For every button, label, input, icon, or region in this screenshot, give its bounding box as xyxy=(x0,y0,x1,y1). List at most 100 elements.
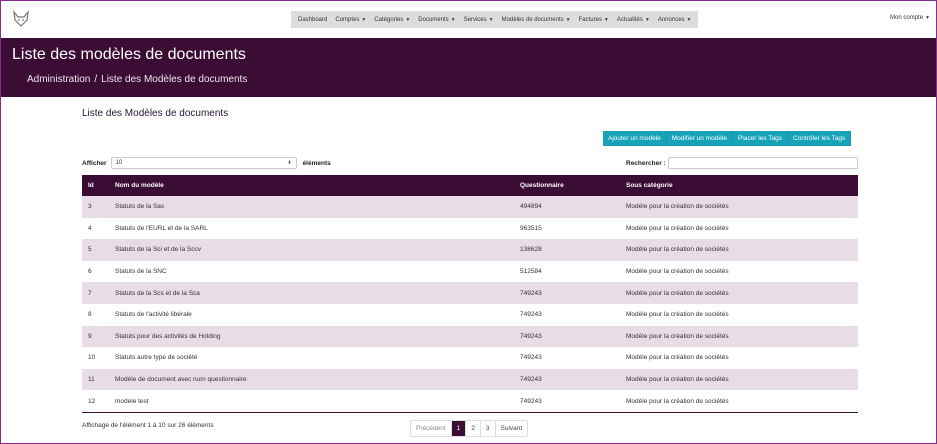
row-id: 7 xyxy=(88,289,92,297)
row-nom: modele test xyxy=(115,397,149,405)
nav-item[interactable]: Documents ▼ xyxy=(414,17,459,23)
table-row[interactable]: 6 Statuts de la SNC 512584 Modèle pour la c… xyxy=(82,260,858,283)
table-body: 3 Statuts de la Sas 494894 Modèle pour la c… xyxy=(82,196,858,412)
table-row[interactable]: 7 Statuts de la Scs et de la Sca 749243 Mod… xyxy=(82,282,858,304)
table-row[interactable]: 8 Statuts de l'activité libérale 749243 Mod… xyxy=(82,303,858,326)
table-row[interactable]: 11 Modèle de document avec num questionna… xyxy=(82,368,858,391)
pagination-page-1[interactable]: 1 xyxy=(451,421,467,436)
nav-item[interactable]: Modèles de documents ▼ xyxy=(498,17,575,23)
chevron-down-icon: ▼ xyxy=(686,16,692,23)
row-id: 4 xyxy=(88,224,92,232)
table-row[interactable]: 9 Statuts pour des activités de Holding 74… xyxy=(82,325,858,348)
nav-item[interactable]: Catégories ▼ xyxy=(370,17,414,23)
row-sous-categorie: Modèle pour la création de sociétés xyxy=(626,397,729,405)
breadcrumb-root[interactable]: Administration xyxy=(27,74,90,85)
nav-item[interactable]: Factures ▼ xyxy=(575,17,613,23)
table-row[interactable]: 3 Statuts de la Sas 494894 Modèle pour la c… xyxy=(82,196,858,218)
search-label: Rechercher : xyxy=(626,159,666,167)
table-row[interactable]: 4 Statuts de l'EURL et de la SARL 963515 Mo… xyxy=(82,217,858,240)
table-row[interactable]: 10 Statuts autre type de société 749243 Mod… xyxy=(82,347,858,369)
add-model-button[interactable]: Ajouter un modèle xyxy=(603,131,667,146)
row-id: 11 xyxy=(88,376,95,384)
nav-item[interactable]: Actualités ▼ xyxy=(613,17,654,23)
row-questionnaire: 138628 xyxy=(520,246,542,254)
row-nom: Statuts pour des activités de Holding xyxy=(115,332,221,340)
nav-item[interactable]: Dashboard xyxy=(294,17,331,23)
row-nom: Statuts de l'EURL et de la SARL xyxy=(115,224,208,232)
chevron-down-icon: ▼ xyxy=(565,16,571,23)
nav-item[interactable]: Comptes ▼ xyxy=(331,17,370,23)
chevron-down-icon: ▼ xyxy=(361,16,367,23)
entries-label: éléments xyxy=(302,159,331,167)
row-id: 3 xyxy=(88,203,92,211)
models-table: Id Nom du modèle Questionnaire Sous caté… xyxy=(82,175,858,413)
edit-model-button[interactable]: Modifier un modèle xyxy=(666,131,734,146)
page-size-value: 10 xyxy=(115,160,123,166)
nav-item-label: Actualités xyxy=(616,16,643,23)
row-id: 12 xyxy=(88,397,96,405)
top-navbar: Dashboard Comptes ▼ Catégories ▼ Documents ▼ Se… xyxy=(1,1,936,38)
row-sous-categorie: Modèle pour la création de sociétés xyxy=(626,332,729,340)
table-header: Id Nom du modèle Questionnaire Sous caté… xyxy=(82,175,858,196)
chevron-down-icon: ▼ xyxy=(603,16,609,23)
pagination-page-2[interactable]: 2 xyxy=(466,421,481,436)
row-sous-categorie: Modèle pour la création de sociétés xyxy=(626,246,729,254)
check-tags-button[interactable]: Contrôler les Tags xyxy=(788,131,852,146)
nav-item-label: Annonces xyxy=(657,16,685,23)
chevron-down-icon: ▼ xyxy=(488,16,494,23)
content-title: Liste des Modèles de documents xyxy=(82,108,229,119)
page-size-select[interactable]: 10 ⬍ xyxy=(110,157,297,169)
row-nom: Statuts de la SNC xyxy=(115,268,167,276)
pagination-previous[interactable]: Précédent xyxy=(411,421,452,436)
page-banner: Liste des modèles de documents Administr… xyxy=(1,38,936,97)
row-id: 10 xyxy=(88,354,96,362)
search-control: Rechercher : xyxy=(626,157,858,169)
row-nom: Statuts de l'activité libérale xyxy=(115,311,192,319)
nav-item[interactable]: Services ▼ xyxy=(460,17,498,23)
row-nom: Statuts de la Sas xyxy=(115,203,165,211)
chevron-down-icon: ▼ xyxy=(644,16,650,23)
pagination-page-3[interactable]: 3 xyxy=(480,421,496,436)
action-buttons: Ajouter un modèle Modifier un modèle Pla… xyxy=(603,131,852,146)
row-questionnaire: 749243 xyxy=(520,311,542,319)
fox-logo-icon[interactable] xyxy=(11,9,31,29)
page-size-control: Afficher 10 ⬍ éléments xyxy=(82,157,331,169)
chevron-down-icon: ▼ xyxy=(405,16,411,23)
row-id: 9 xyxy=(88,332,92,340)
column-header-id[interactable]: Id xyxy=(82,182,110,189)
nav-item[interactable]: Annonces ▼ xyxy=(654,17,696,23)
row-sous-categorie: Modèle pour la création de sociétés xyxy=(626,224,729,232)
row-questionnaire: 512584 xyxy=(520,268,542,276)
pagination-next[interactable]: Suivant xyxy=(495,421,528,436)
column-header-sous-categorie[interactable]: Sous catégorie xyxy=(626,182,858,189)
nav-item-label: Comptes xyxy=(335,16,360,23)
row-sous-categorie: Modèle pour la création de sociétés xyxy=(626,354,729,362)
row-questionnaire: 749243 xyxy=(520,332,542,340)
banner-title: Liste des modèles de documents xyxy=(12,46,246,63)
column-header-questionnaire[interactable]: Questionnaire xyxy=(520,182,626,189)
table-row[interactable]: 12 modele test 749243 Modèle pour la créati… xyxy=(82,390,858,412)
row-questionnaire: 749243 xyxy=(520,289,542,297)
nav-item-label: Services xyxy=(463,16,487,23)
account-menu[interactable]: Mon compte ▼ xyxy=(890,15,930,21)
row-id: 6 xyxy=(88,268,92,276)
row-nom: Statuts de la Sci et de la Sccv xyxy=(115,246,201,254)
table-row[interactable]: 5 Statuts de la Sci et de la Sccv 138628 Mo… xyxy=(82,239,858,261)
table-info: Affichage de l'élément 1 à 10 sur 26 élé… xyxy=(82,422,214,429)
select-arrows-icon: ⬍ xyxy=(287,160,292,166)
row-questionnaire: 749243 xyxy=(520,397,542,405)
search-input[interactable] xyxy=(667,157,858,169)
row-questionnaire: 963515 xyxy=(520,224,542,232)
column-header-nom[interactable]: Nom du modèle xyxy=(110,182,520,189)
row-sous-categorie: Modèle pour la création de sociétés xyxy=(626,203,729,211)
nav-item-label: Factures xyxy=(578,16,602,23)
place-tags-button[interactable]: Placer les Tags xyxy=(733,131,789,146)
row-questionnaire: 749243 xyxy=(520,376,542,384)
row-sous-categorie: Modèle pour la création de sociétés xyxy=(626,268,729,276)
nav-item-label: Modèles de documents xyxy=(501,16,564,23)
row-questionnaire: 494894 xyxy=(520,203,542,211)
row-sous-categorie: Modèle pour la création de sociétés xyxy=(626,311,729,319)
row-nom: Statuts autre type de société xyxy=(115,354,198,362)
row-nom: Statuts de la Scs et de la Sca xyxy=(115,289,200,297)
pagination: Précédent 1 2 3 Suivant xyxy=(410,420,529,437)
